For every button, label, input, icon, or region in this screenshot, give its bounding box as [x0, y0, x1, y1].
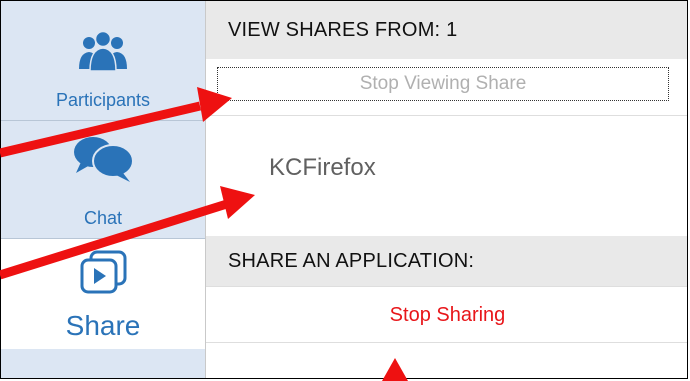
sidebar-item-label: Chat [83, 208, 123, 228]
share-screen-icon [77, 249, 129, 302]
share-list-item[interactable]: KCFirefox [206, 115, 687, 236]
share-item-name: KCFirefox [269, 154, 376, 181]
stop-sharing-button[interactable]: Stop Sharing [206, 286, 687, 343]
share-application-header: SHARE AN APPLICATION: [206, 236, 687, 286]
share-panel: VIEW SHARES FROM: 1 Stop Viewing Share K… [206, 1, 687, 378]
participants-icon [77, 30, 129, 76]
sidebar: Participants Chat Share [1, 1, 206, 378]
sidebar-item-share[interactable]: Share [1, 239, 205, 349]
stop-viewing-share-button[interactable]: Stop Viewing Share [217, 67, 669, 101]
app-window: Participants Chat Share VIEW SHARES FROM… [0, 0, 688, 379]
sidebar-item-partial[interactable] [1, 349, 205, 378]
chat-bubbles-icon [71, 135, 135, 188]
sidebar-item-label: Share [65, 310, 141, 341]
sidebar-item-participants[interactable]: Participants [1, 1, 205, 121]
view-shares-header: VIEW SHARES FROM: 1 [206, 1, 687, 59]
sidebar-item-label: Participants [55, 90, 151, 110]
sidebar-item-chat[interactable]: Chat [1, 121, 205, 239]
